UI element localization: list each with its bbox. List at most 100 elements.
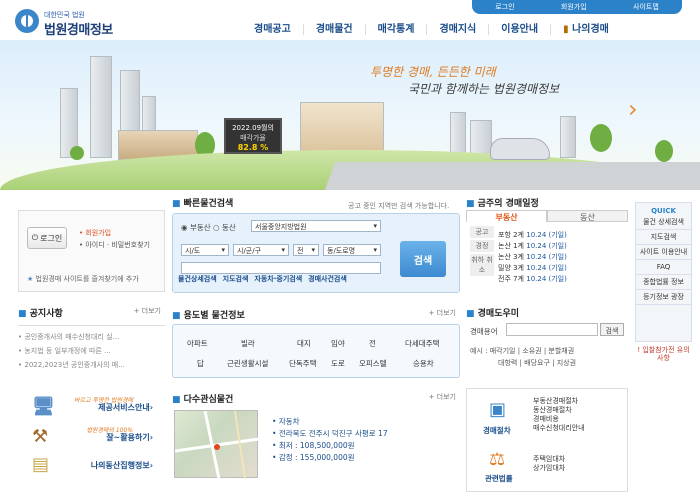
procedure-title[interactable]: 경매절차	[483, 425, 511, 436]
usage-detached-house[interactable]: 단독주택	[289, 358, 317, 369]
popular-item-info[interactable]: • 자동차 • 전라북도 전주시 덕진구 사평로 17 • 최저 : 108,5…	[272, 416, 388, 464]
radio-movable[interactable]: ○	[213, 223, 220, 232]
quick-registry[interactable]: 등기정보 광장	[636, 290, 691, 305]
tab-realty[interactable]: 부동산	[466, 210, 547, 222]
sigungu-select[interactable]: 시/군/구 ▾	[233, 244, 289, 256]
radio-realty[interactable]: ◉	[181, 223, 188, 232]
road-select[interactable]: 동/도로명 ▾	[323, 244, 381, 256]
gnb-auction-items[interactable]: 경매물건	[304, 23, 366, 35]
find-id-link[interactable]: • 아이디 · 비밀번호찾기	[79, 240, 150, 250]
movable-info-link[interactable]: ▤ 나의동산집행정보 ›	[18, 452, 165, 478]
usage-paddy[interactable]: 답	[197, 358, 204, 369]
procedure-item-cost[interactable]: 경매비용	[533, 415, 585, 424]
all-select[interactable]: 전 ▾	[293, 244, 319, 256]
list-item[interactable]: • 농지법 등 일부개정에 따른 ...	[18, 346, 165, 360]
popular-items-more-link[interactable]: + 더보기	[429, 392, 456, 402]
item-map-thumbnail[interactable]	[174, 410, 260, 480]
usage-car[interactable]: 승용차	[413, 358, 434, 369]
address-input[interactable]	[181, 262, 381, 274]
banner-next-arrow-icon[interactable]: ›	[628, 95, 638, 123]
term-example[interactable]: 매각기일	[490, 347, 516, 355]
usage-tips-link[interactable]: ⚒ 법원경매의 100% 잘~활용하기 ›	[18, 424, 165, 450]
main-navigation: 경매공고 경매물건 매각통계 경매지식 이용안내 ▮ 나의경매	[242, 18, 692, 40]
logo[interactable]: 대한민국 법원 법원경매정보	[14, 8, 134, 38]
side-correction[interactable]: 경정	[470, 240, 494, 252]
law-title[interactable]: 관련법률	[485, 473, 513, 484]
list-item[interactable]: 논산 3계 10.24 (기일)	[498, 252, 567, 263]
quick-map-search[interactable]: 지도검색	[636, 230, 691, 245]
law-item-commercial[interactable]: 상가임대차	[533, 464, 565, 473]
gnb-auction-notice[interactable]: 경매공고	[242, 23, 304, 35]
sido-select[interactable]: 시/도 ▾	[181, 244, 229, 256]
notice-more-link[interactable]: + 더보기	[134, 306, 161, 316]
quick-law-info[interactable]: 종합법률 정보	[636, 275, 691, 290]
term-search-button[interactable]: 검색	[600, 323, 624, 336]
list-item[interactable]: • 공인중개사의 매수신청대리 실...	[18, 332, 165, 346]
law-item-housing[interactable]: 주택임대차	[533, 455, 565, 464]
term-example[interactable]: 소유권	[522, 347, 541, 355]
gnb-auction-knowledge[interactable]: 경매지식	[427, 23, 490, 35]
gnb-my-auction[interactable]: ▮ 나의경매	[551, 24, 621, 35]
usage-field[interactable]: 전	[369, 338, 376, 349]
vehicle-search-link[interactable]: 자동차·중기검색	[254, 274, 302, 284]
gnb-usage-guide[interactable]: 이용안내	[489, 23, 552, 35]
sale-rate-period: 2022.09월의	[232, 124, 274, 132]
list-item[interactable]: 밀양 3계 10.24 (기일)	[498, 263, 567, 274]
list-item[interactable]: • 2022,2023년 공인중개사의 매...	[18, 360, 165, 374]
term-example[interactable]: 지상권	[557, 359, 576, 367]
schedule-date: 10.24 (기일)	[526, 231, 567, 239]
list-item[interactable]: 포항 2계 10.24 (기일)	[498, 230, 567, 241]
join-link[interactable]: • 회원가입	[79, 228, 111, 238]
procedure-item-realty[interactable]: 부동산경매절차	[533, 397, 585, 406]
quick-search-button[interactable]: 검색	[400, 241, 446, 277]
term-example[interactable]: 배당요구	[524, 359, 550, 367]
quick-faq[interactable]: FAQ	[636, 260, 691, 275]
detail-search-link[interactable]: 물건상세검색	[178, 274, 217, 284]
side-notice[interactable]: 공고	[470, 226, 494, 238]
helper-title: ■ 경매도우미	[466, 306, 628, 319]
building-illustration	[560, 116, 576, 158]
auction-helper-panel: ■ 경매도우미 경매용어 검색 예시 : 매각기일 | 소유권 | 분할채권 대…	[466, 306, 628, 382]
favorite-link[interactable]: ★ 법원경매 사이트를 즐겨찾기에 추가	[27, 274, 139, 284]
court-select[interactable]: 서울중앙지방법원 ▾	[251, 220, 381, 232]
usage-apartment[interactable]: 아파트	[187, 338, 208, 349]
usage-land[interactable]: 대지	[297, 338, 311, 349]
quick-detail-search[interactable]: 물건 상세검색	[636, 215, 691, 230]
term-example[interactable]: 대항력	[498, 359, 517, 367]
case-search-link[interactable]: 경매사건검색	[308, 274, 347, 284]
map-search-link[interactable]: 지도검색	[223, 274, 249, 284]
usage-neighborhood[interactable]: 근린생활시설	[227, 358, 268, 369]
top-menu-login[interactable]: 로그인	[495, 2, 514, 12]
usage-multi-house[interactable]: 다세대주택	[405, 338, 440, 349]
procedure-item-agent[interactable]: 매수신청대리안내	[533, 424, 585, 433]
quick-menu-header: QUICK	[651, 207, 676, 215]
side-withdraw[interactable]: 취하 취소	[470, 254, 494, 276]
service-guide-link[interactable]: 🖥 바르고 투명한 법원경매 제공서비스안내 ›	[18, 394, 165, 420]
usage-villa[interactable]: 빌라	[241, 338, 255, 349]
list-item[interactable]: 전주 7계 10.24 (기일)	[498, 274, 567, 285]
top-menu-join[interactable]: 회원가입	[561, 2, 587, 12]
list-item[interactable]: 논산 1계 10.24 (기일)	[498, 241, 567, 252]
schedule-court: 논산 3계	[498, 253, 524, 261]
login-button[interactable]: ⏻ 로그인	[27, 227, 67, 249]
quick-site-guide[interactable]: 사이트 이용안내	[636, 245, 691, 260]
usage-officetel[interactable]: 오피스텔	[359, 358, 387, 369]
procedure-item-movable[interactable]: 동산경매절차	[533, 406, 585, 415]
item-address: • 전라북도 전주시 덕진구 사평로 17	[272, 429, 388, 438]
popular-items-title: ■ 다수관심물건	[172, 392, 460, 405]
term-label: 경매용어	[470, 327, 498, 336]
notice-list: • 공인중개사의 매수신청대리 실... • 농지법 등 일부개정에 따른 ..…	[18, 325, 165, 374]
quick-search-hint: 공고 중인 지역만 검색 가능합니다.	[348, 202, 450, 210]
gnb-sale-statistics[interactable]: 매각통계	[366, 23, 428, 35]
top-menu-sitemap[interactable]: 사이트맵	[633, 2, 659, 12]
term-example[interactable]: 분할채권	[548, 347, 574, 355]
schedule-date: 10.24 (기일)	[526, 275, 567, 283]
usage-road[interactable]: 도로	[331, 358, 345, 369]
type-radio-group: ◉ 부동산 ○ 동산	[181, 222, 236, 233]
usage-more-link[interactable]: + 더보기	[429, 308, 456, 318]
bid-warning-link[interactable]: ! 입찰참가전 유의사항	[635, 346, 692, 366]
usage-forest[interactable]: 임야	[331, 338, 345, 349]
top-utility-menu: 로그인 회원가입 사이트맵	[472, 0, 682, 14]
term-search-input[interactable]	[506, 323, 598, 336]
tab-movable[interactable]: 동산	[547, 210, 628, 222]
